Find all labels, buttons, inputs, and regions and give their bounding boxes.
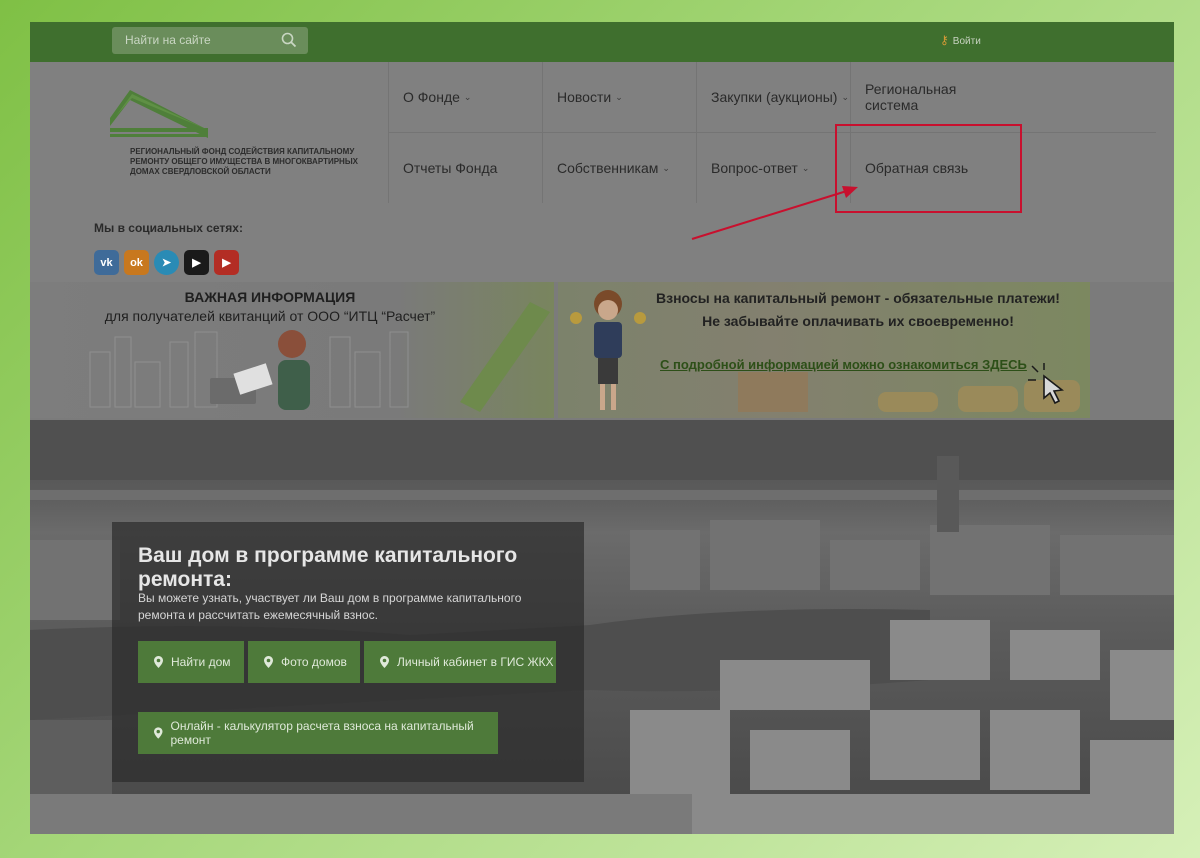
nav-label: Собственникам — [557, 160, 659, 176]
highlight-box — [835, 124, 1022, 213]
contribution-calculator-button[interactable]: Онлайн - калькулятор расчета взноса на к… — [138, 712, 498, 754]
nav-item-o-fonde[interactable]: О Фонде ⌄ — [388, 62, 542, 132]
key-icon: ⚷ — [940, 33, 949, 47]
nav-item-faq[interactable]: Вопрос-ответ ⌄ — [696, 133, 850, 203]
cursor-click-icon — [1028, 363, 1065, 405]
chevron-down-icon: ⌄ — [615, 91, 623, 102]
nav-label: Закупки (аукционы) — [711, 89, 838, 105]
tiktok-icon[interactable]: ▶ — [184, 250, 209, 275]
find-house-button[interactable]: Найти дом — [138, 641, 244, 683]
map-pin-icon — [154, 656, 163, 668]
social-title: Мы в социальных сетях: — [94, 221, 243, 235]
chevron-down-icon: ⌄ — [662, 162, 670, 173]
banner-left-subtitle: для получателей квитанций от ООО “ИТЦ “Р… — [104, 308, 436, 324]
banner-payments[interactable]: Взносы на капитальный ремонт - обязатель… — [558, 282, 1090, 418]
hero-text: Вы можете узнать, участвует ли Ваш дом в… — [138, 591, 522, 622]
main-nav: О Фонде ⌄ Новости ⌄ Закупки (аукционы) ⌄ Ре… — [388, 62, 1156, 204]
top-bar: Найти на сайте ⚷ Войти — [30, 22, 1174, 62]
button-label: Онлайн - калькулятор расчета взноса на к… — [170, 719, 474, 747]
vk-icon[interactable]: vk — [94, 250, 119, 275]
chevron-down-icon: ⌄ — [463, 91, 472, 102]
nav-label: Новости — [557, 89, 612, 105]
hero-section: Ваш дом в программе капитального ремонта… — [30, 420, 1174, 794]
house-photos-button[interactable]: Фото домов — [248, 641, 360, 683]
banner-important-info[interactable]: ВАЖНАЯ ИНФОРМАЦИЯ для получателей квитан… — [30, 282, 554, 418]
nav-label: Отчеты Фонда — [403, 160, 498, 176]
bottom-section — [30, 794, 1174, 834]
youtube-icon[interactable]: ▶ — [214, 250, 239, 275]
button-label: Личный кабинет в ГИС ЖКХ — [397, 655, 554, 669]
social-section: Мы в социальных сетях: vk ok ➤ ▶ ▶ — [30, 204, 1174, 282]
nav-item-regional-system[interactable]: Региональная система — [850, 62, 1004, 132]
logo-text: Региональный фонд содействия капитальном… — [130, 147, 358, 176]
hero-title: Ваш дом в программе капитального ремонта… — [138, 544, 518, 591]
banner-left-title: ВАЖНАЯ ИНФОРМАЦИЯ — [184, 289, 356, 305]
logo-icon[interactable] — [110, 90, 210, 138]
banner-right-line1: Взносы на капитальный ремонт - обязатель… — [656, 290, 1060, 306]
nav-label: О Фонде — [403, 89, 460, 105]
news-block — [692, 794, 1174, 834]
browser-page: Найти на сайте ⚷ Войти Региональный фонд … — [30, 22, 1174, 834]
map-pin-icon — [154, 727, 163, 739]
nav-item-procurement[interactable]: Закупки (аукционы) ⌄ — [696, 62, 850, 132]
map-pin-icon — [380, 656, 389, 668]
gis-zhkh-cabinet-button[interactable]: Личный кабинет в ГИС ЖКХ — [364, 641, 556, 683]
button-label: Найти дом — [171, 655, 231, 669]
search-icon[interactable] — [281, 32, 297, 48]
search-placeholder: Найти на сайте — [125, 33, 211, 47]
login-link[interactable]: ⚷ Войти — [940, 33, 981, 47]
login-label: Войти — [952, 36, 981, 47]
map-pin-icon — [264, 656, 273, 668]
telegram-icon[interactable]: ➤ — [154, 250, 179, 275]
nav-label: Вопрос-ответ — [711, 160, 798, 176]
search-input[interactable]: Найти на сайте — [112, 27, 308, 54]
nav-label: Региональная система — [865, 81, 957, 113]
nav-item-news[interactable]: Новости ⌄ — [542, 62, 696, 132]
chevron-down-icon: ⌄ — [841, 91, 849, 102]
banner-right-link[interactable]: С подробной информацией можно ознакомить… — [660, 357, 1027, 372]
banner-right-line2: Не забывайте оплачивать их своевременно! — [702, 313, 1014, 329]
nav-item-reports[interactable]: Отчеты Фонда — [388, 133, 542, 203]
chevron-down-icon: ⌄ — [801, 162, 810, 173]
odnoklassniki-icon[interactable]: ok — [124, 250, 149, 275]
nav-item-owners[interactable]: Собственникам ⌄ — [542, 133, 696, 203]
button-label: Фото домов — [281, 655, 347, 669]
